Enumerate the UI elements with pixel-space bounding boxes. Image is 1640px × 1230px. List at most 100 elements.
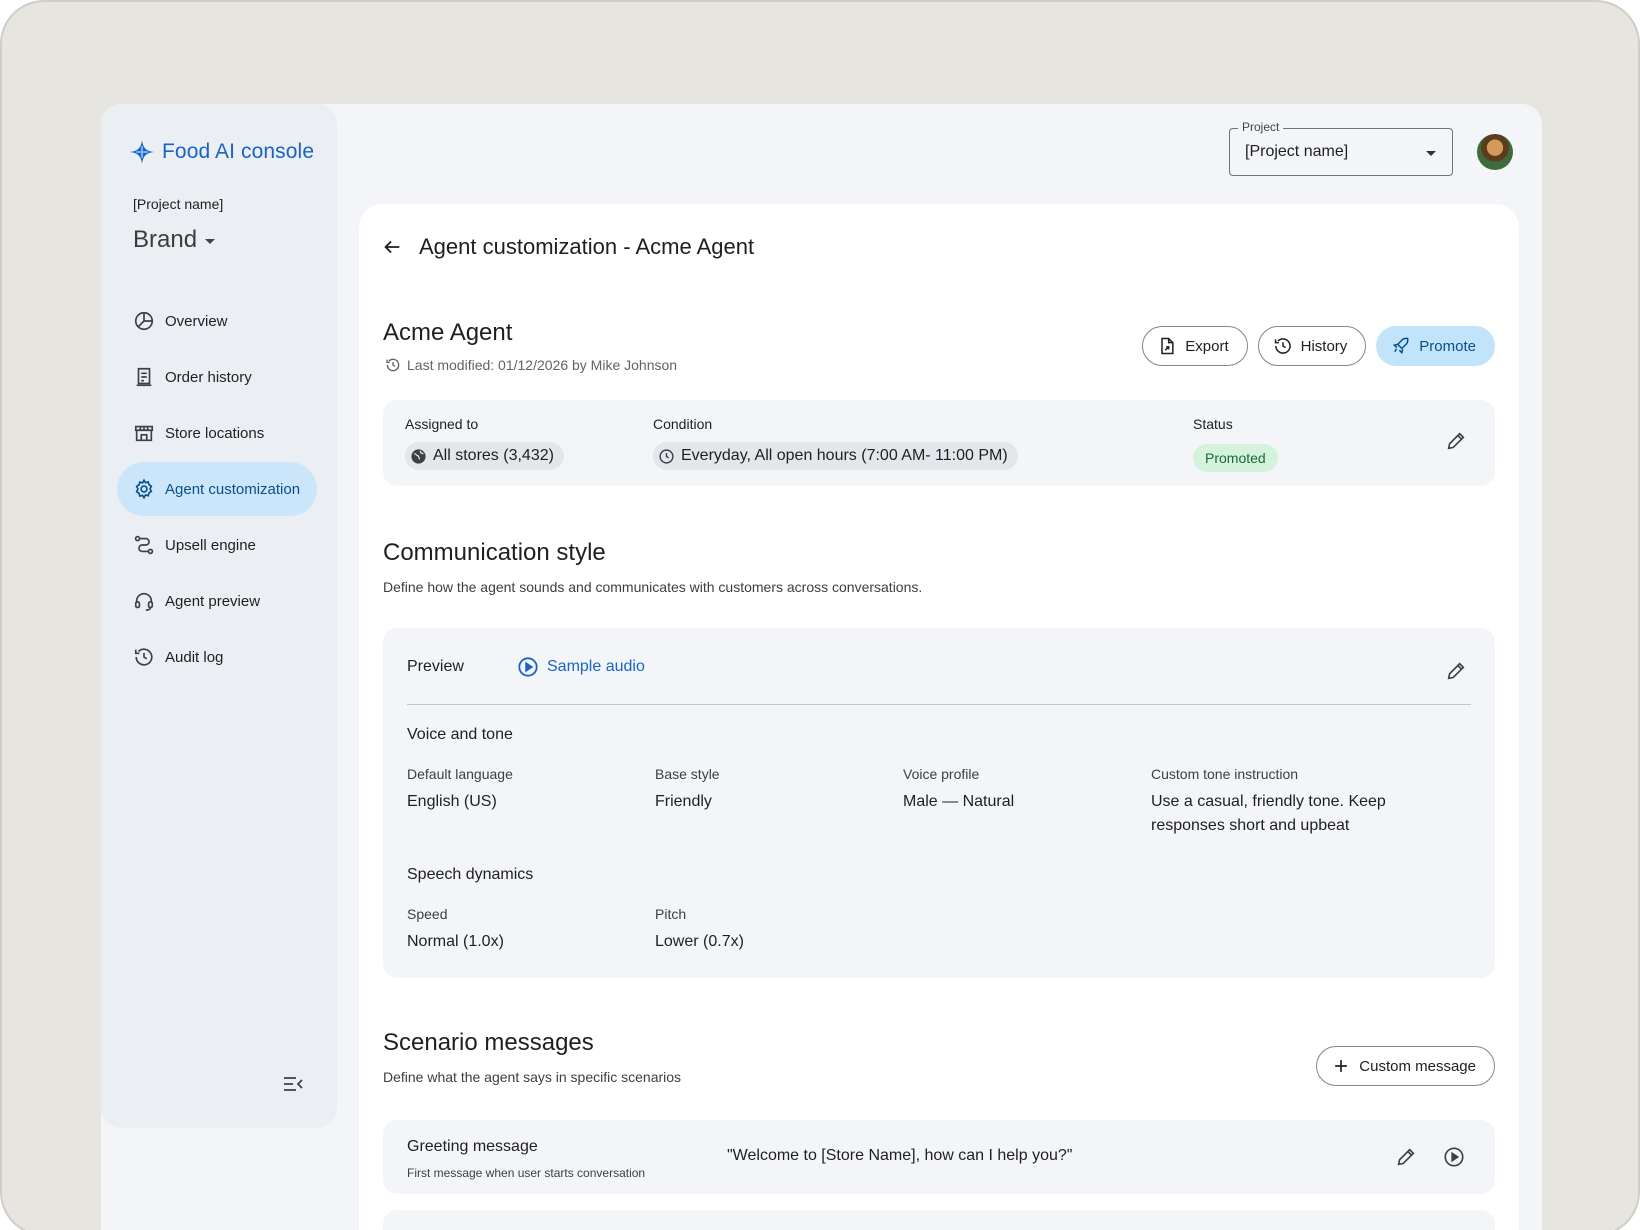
communication-panel: Preview Sample audio Voice and tone Defa…	[383, 628, 1495, 978]
voice-profile-value: Male — Natural	[903, 793, 1015, 810]
history-icon	[386, 358, 400, 372]
sidebar-item-label: Overview	[165, 312, 228, 330]
export-button[interactable]: Export	[1142, 326, 1248, 366]
headset-icon	[134, 592, 154, 611]
default-language-value: English (US)	[407, 793, 497, 810]
brand-label: Brand	[133, 226, 198, 253]
history-icon	[1274, 338, 1291, 354]
sidebar-item-audit-log[interactable]: Audit log	[117, 630, 317, 684]
custom-tone-value: Use a casual, friendly tone. Keep respon…	[1151, 793, 1386, 834]
last-modified: Last modified: 01/12/2026 by Mike Johnso…	[385, 357, 677, 373]
speech-dynamics-heading: Speech dynamics	[407, 866, 534, 883]
voice-tone-heading: Voice and tone	[407, 726, 513, 743]
sidebar-item-label: Audit log	[165, 648, 224, 666]
collapse-menu-icon[interactable]	[281, 1072, 305, 1096]
sidebar-item-store-locations[interactable]: Store locations	[117, 406, 317, 460]
status-label: Status	[1193, 416, 1233, 432]
greeting-subtitle: First message when user starts conversat…	[407, 1166, 646, 1180]
back-arrow-icon[interactable]	[381, 236, 403, 258]
app-screen: Food AI console [Project name] Brand Ove…	[101, 104, 1542, 1230]
play-circle-icon	[518, 657, 538, 677]
promote-button[interactable]: Promote	[1376, 326, 1495, 366]
scenario-description: Define what the agent says in specific s…	[383, 1069, 682, 1085]
base-style-value: Friendly	[655, 793, 712, 810]
last-modified-text: Last modified: 01/12/2026 by Mike Johnso…	[407, 357, 678, 373]
agent-name: Acme Agent	[383, 319, 513, 346]
default-language-label: Default language	[407, 766, 513, 782]
sparkle-icon	[130, 140, 154, 164]
store-icon	[134, 425, 154, 442]
sidebar: Food AI console [Project name] Brand Ove…	[101, 104, 337, 1128]
history-button[interactable]: History	[1257, 326, 1367, 366]
scenario-title: Scenario messages	[383, 1029, 594, 1056]
agent-actions: Export History Promote	[1142, 326, 1495, 366]
sidebar-item-order-history[interactable]: Order history	[117, 350, 317, 404]
preview-label: Preview	[407, 658, 464, 675]
assigned-value: All stores (3,432)	[433, 447, 554, 464]
sample-audio-button[interactable]: Sample audio	[517, 656, 645, 678]
globe-icon	[411, 448, 426, 464]
page-header: Agent customization - Acme Agent	[381, 234, 754, 260]
sidebar-item-upsell-engine[interactable]: Upsell engine	[117, 518, 317, 572]
app-logo[interactable]: Food AI console	[128, 138, 314, 166]
pitch-label: Pitch	[655, 906, 687, 922]
sidebar-item-overview[interactable]: Overview	[117, 294, 317, 348]
promote-label: Promote	[1419, 337, 1476, 355]
project-field-label: Project	[1238, 120, 1284, 134]
greeting-row: Greeting message First message when user…	[383, 1120, 1495, 1194]
speed-value: Normal (1.0x)	[407, 933, 504, 950]
communication-description: Define how the agent sounds and communic…	[383, 579, 923, 595]
assigned-chip: All stores (3,432)	[405, 442, 564, 470]
project-select[interactable]: Project [Project name]	[1229, 120, 1453, 176]
sidebar-item-agent-customization[interactable]: Agent customization	[117, 462, 317, 516]
rocket-icon	[1393, 337, 1409, 355]
project-label: [Project name]	[133, 196, 224, 212]
caret-down-icon	[1426, 151, 1436, 156]
condition-value: Everyday, All open hours (7:00 AM- 11:00…	[681, 447, 1008, 464]
sidebar-item-agent-preview[interactable]: Agent preview	[117, 574, 317, 628]
app-name: Food AI console	[162, 140, 315, 163]
play-circle-icon[interactable]	[1443, 1146, 1465, 1168]
sidebar-item-label: Agent preview	[165, 592, 261, 610]
condition-label: Condition	[653, 416, 713, 432]
history-icon	[134, 648, 153, 666]
gear-icon	[135, 478, 153, 500]
sidebar-item-label: Upsell engine	[165, 536, 256, 554]
avatar[interactable]	[1477, 134, 1513, 170]
brand-selector[interactable]: Brand	[133, 226, 216, 254]
greeting-message: "Welcome to [Store Name], how can I help…	[727, 1147, 1073, 1164]
pencil-icon[interactable]	[1445, 660, 1467, 682]
custom-tone-label: Custom tone instruction	[1151, 766, 1299, 782]
divider	[407, 704, 1471, 705]
device-frame: Food AI console [Project name] Brand Ove…	[0, 0, 1640, 1230]
pie-chart-icon	[134, 311, 154, 331]
pencil-icon[interactable]	[1445, 430, 1467, 452]
sidebar-item-label: Store locations	[165, 424, 265, 442]
greeting-title: Greeting message	[407, 1138, 538, 1155]
condition-chip: Everyday, All open hours (7:00 AM- 11:00…	[653, 442, 1018, 470]
communication-title: Communication style	[383, 539, 606, 566]
pencil-icon[interactable]	[1395, 1146, 1417, 1168]
plus-icon	[1335, 1060, 1348, 1072]
sample-audio-label: Sample audio	[547, 658, 645, 675]
custom-message-label: Custom message	[1359, 1057, 1476, 1075]
assigned-to-label: Assigned to	[405, 416, 479, 432]
voice-profile-label: Voice profile	[903, 766, 980, 782]
sidebar-nav: Overview Order history Store locations A…	[117, 294, 317, 686]
receipt-icon	[136, 367, 152, 387]
scenario-row	[383, 1210, 1495, 1230]
caret-down-icon	[205, 239, 216, 244]
main-card: Agent customization - Acme Agent Acme Ag…	[359, 204, 1519, 1230]
sidebar-item-label: Order history	[165, 368, 252, 386]
project-select-value: [Project name]	[1245, 143, 1349, 160]
custom-message-button[interactable]: Custom message	[1316, 1046, 1495, 1086]
pitch-value: Lower (0.7x)	[655, 933, 744, 950]
speed-label: Speed	[407, 906, 448, 922]
clock-icon	[659, 448, 674, 464]
sidebar-item-label: Agent customization	[165, 480, 301, 498]
history-label: History	[1300, 337, 1348, 355]
page-title: Agent customization - Acme Agent	[419, 234, 755, 259]
status-badge: Promoted	[1193, 444, 1278, 472]
base-style-label: Base style	[655, 766, 720, 782]
route-icon	[134, 535, 154, 555]
